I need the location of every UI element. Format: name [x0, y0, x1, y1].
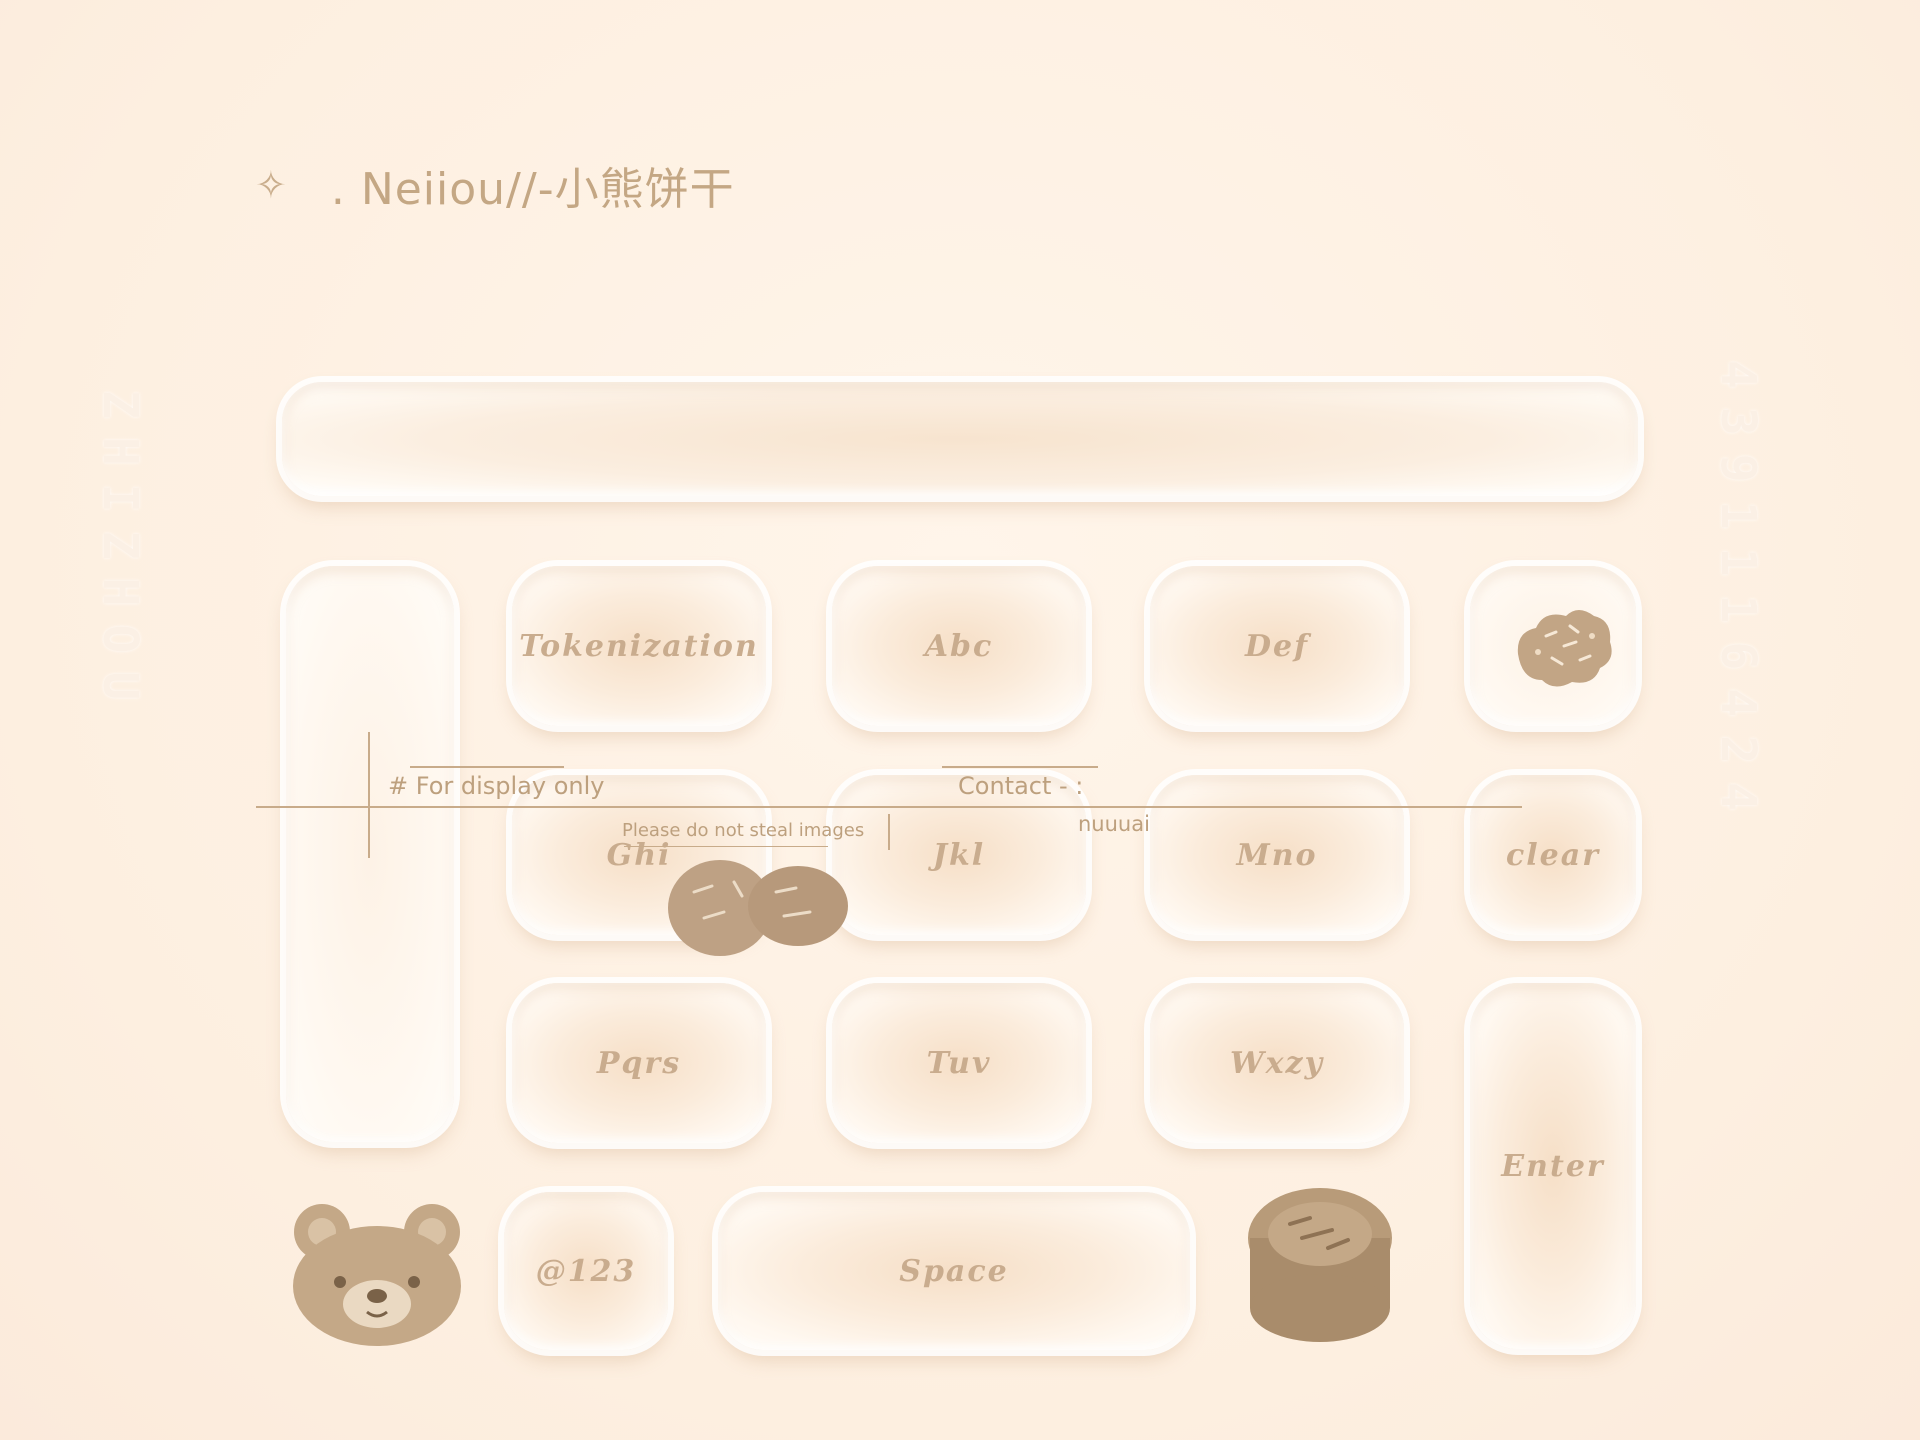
- bear-icon: [293, 1204, 461, 1346]
- annotation-underline: [942, 766, 1098, 768]
- key-label: Abc: [924, 628, 994, 664]
- key-enter[interactable]: Enter: [1470, 983, 1636, 1349]
- keyboard-theme-screen: ✧ . Neiiou//-小熊饼干 ZHIZHOU 4391116424 642…: [0, 0, 1920, 1440]
- annotation-tick: [888, 814, 890, 850]
- key-mno[interactable]: Mno: [1150, 775, 1404, 935]
- key-def[interactable]: Def: [1150, 566, 1404, 726]
- no-steal-note: Please do not steal images: [622, 820, 865, 841]
- key-label: Jkl: [932, 837, 986, 873]
- page-title: . Neiiou//-小熊饼干: [330, 164, 735, 215]
- key-cookie[interactable]: [1470, 566, 1636, 726]
- key-pqrs[interactable]: Pqrs: [512, 983, 766, 1143]
- key-label: Space: [899, 1253, 1009, 1289]
- annotation-underline: [624, 846, 828, 847]
- key-label: Ghi: [606, 837, 672, 873]
- key-label: Tokenization: [519, 628, 759, 664]
- key-label: clear: [1506, 837, 1600, 873]
- key-label: Def: [1244, 628, 1309, 664]
- key-label: Enter: [1501, 1148, 1605, 1184]
- key-label: Pqrs: [596, 1045, 682, 1081]
- header: ✧ . Neiiou//-小熊饼干: [255, 150, 735, 220]
- candidate-bar[interactable]: [282, 382, 1638, 496]
- mooncake-icon: [1248, 1188, 1392, 1342]
- key-abc[interactable]: Abc: [832, 566, 1086, 726]
- key-label: Tuv: [926, 1045, 992, 1081]
- cookie-pair-icon: [668, 860, 848, 956]
- side-text-right: 4391116424: [1710, 360, 1766, 829]
- key-label: Wxzy: [1229, 1045, 1325, 1081]
- sparkle-icon: ✧: [255, 163, 287, 207]
- key-clear[interactable]: clear: [1470, 775, 1636, 935]
- key-label: @123: [535, 1253, 637, 1289]
- annotation-underline: [410, 766, 564, 768]
- annotation-crosshair: [368, 732, 370, 858]
- side-text-left: ZHIZHOU: [92, 390, 148, 719]
- key-wxyz[interactable]: Wxzy: [1150, 983, 1404, 1143]
- key-space[interactable]: Space: [718, 1192, 1190, 1350]
- key-at-123[interactable]: @123: [504, 1192, 668, 1350]
- key-tuv[interactable]: Tuv: [832, 983, 1086, 1143]
- contact-value: nuuuai: [1078, 812, 1150, 836]
- cookie-icon: [1517, 610, 1612, 687]
- key-label: Mno: [1236, 837, 1318, 873]
- display-only-note: # For display only: [388, 772, 605, 800]
- contact-label: Contact - :: [958, 772, 1084, 800]
- key-tokenization[interactable]: Tokenization: [512, 566, 766, 726]
- annotation-rule: [256, 806, 1522, 808]
- side-key-left[interactable]: [286, 566, 454, 1142]
